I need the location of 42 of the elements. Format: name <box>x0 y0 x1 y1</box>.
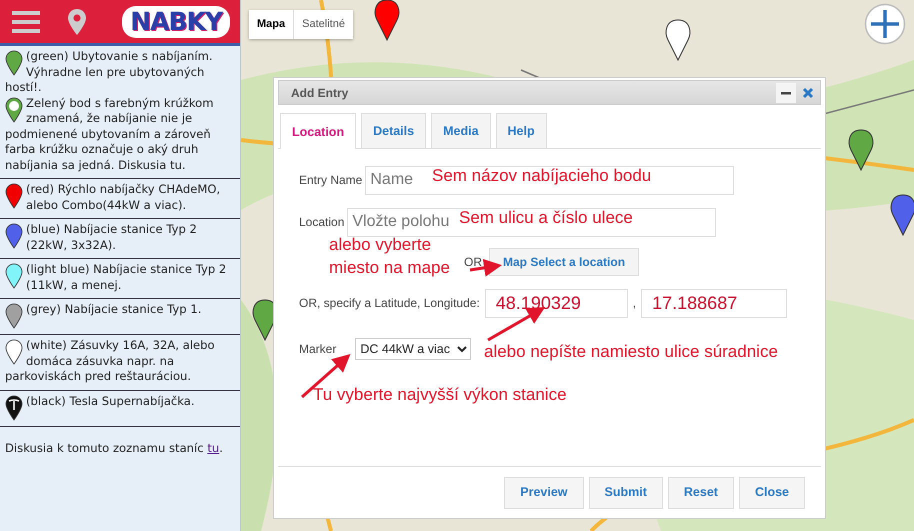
annotation-text: Sem názov nabíjacieho bodu <box>432 165 652 187</box>
dialog-button[interactable]: Close <box>738 476 805 509</box>
location-pin-icon[interactable] <box>68 8 86 34</box>
link[interactable]: tu <box>207 440 220 454</box>
marker-select[interactable]: DC 44kW a viac <box>355 338 472 360</box>
window-title: Add Entry <box>291 84 348 102</box>
close-icon[interactable] <box>802 86 814 98</box>
legend-text: (light blue) Nabíjacie stanice Typ 2 (11kW, a menej. <box>26 262 226 292</box>
map-select-button[interactable]: Map Select a location <box>489 248 640 276</box>
field-label: Entry Name <box>299 172 362 190</box>
dialog-button[interactable]: Reset <box>668 476 734 509</box>
map-type-button[interactable]: Mapa <box>249 10 294 38</box>
dialog-button[interactable]: Submit <box>588 476 663 509</box>
minimize-icon[interactable] <box>776 82 796 102</box>
legend-text: (white) Zásuvky 16A, 32A, alebo domáca zásuvka napr. na parkoviskách pred reštauráciou. <box>5 338 215 383</box>
tab[interactable]: Help <box>496 113 547 148</box>
tab[interactable]: Location <box>280 113 356 149</box>
legend-text: (black) Tesla Supernabíjačka. <box>26 394 195 408</box>
or-label: OR <box>464 254 482 271</box>
separator: , <box>632 295 636 312</box>
legend-text: (blue) Nabíjacie stanice Typ 2 (22kW, 3x32A). <box>26 222 197 252</box>
tab[interactable]: Media <box>431 113 491 148</box>
field-label: Marker <box>299 340 336 358</box>
annotation-text: Tu vyberte najvyšší výkon stanice <box>313 384 567 406</box>
legend-text: (grey) Nabíjacie stanice Typ 1. <box>26 302 202 316</box>
annotation-text: Sem ulicu a číslo ulece <box>459 207 633 229</box>
menu-icon[interactable] <box>12 10 40 34</box>
field-label: OR, specify a Latitude, Longitude: <box>299 295 480 312</box>
latitude-field[interactable]: 48.190329 <box>484 288 628 318</box>
zoom-in-icon[interactable] <box>864 3 906 45</box>
legend-text: (green) Ubytovanie s nabíjaním. Výhradne len pre ubytovaných hostí!. <box>5 49 213 94</box>
field-label: Location <box>299 214 344 232</box>
note-text: Diskusia k tomuto zoznamu staníc tu. <box>5 440 223 454</box>
annotation-text: alebo nepíšte namiesto ulice súradnice <box>484 341 778 363</box>
legend-text: (red) Rýchlo nabíjačky CHAdeMO, alebo Combo(44kW a viac). <box>26 182 220 212</box>
legend-text: Zelený bod s farebným krúžkom znamená, že nabíjanie nie je podmienené ubytovaním a zároveň farba krúžku označuje o aký druh nabíjania sa jedná. Diskusia tu. <box>5 96 214 172</box>
tab[interactable]: Details <box>361 113 426 148</box>
longitude-field[interactable]: 17.188687 <box>641 288 788 318</box>
dialog-button[interactable]: Preview <box>504 476 584 509</box>
annotation-text: alebo vyberte miesto na mape <box>329 234 451 279</box>
logo[interactable]: NABKY <box>122 6 230 38</box>
map-type-button[interactable]: Satelitné <box>294 10 353 38</box>
